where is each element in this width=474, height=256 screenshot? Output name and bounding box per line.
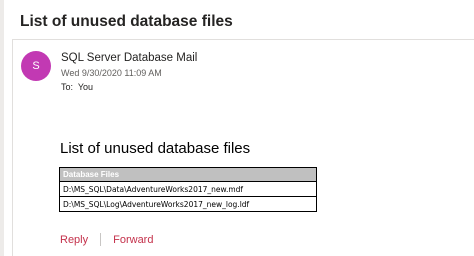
recipient-line: To: You <box>61 82 93 92</box>
sender-name[interactable]: SQL Server Database Mail <box>61 52 197 64</box>
header-divider <box>12 39 474 40</box>
forward-button[interactable]: Forward <box>113 234 153 246</box>
email-subject: List of unused database files <box>20 13 233 30</box>
pane-left-border <box>0 0 4 256</box>
table-header-row: Database Files <box>59 167 317 182</box>
table-cell-file-path: D:\MS_SQL\Data\AdventureWorks2017_new.md… <box>59 181 317 197</box>
table-header-database-files: Database Files <box>59 167 317 182</box>
to-recipient[interactable]: You <box>78 82 93 92</box>
email-reading-pane: List of unused database files S SQL Serv… <box>0 0 474 256</box>
to-label: To: <box>61 82 74 92</box>
avatar-initial: S <box>32 60 40 72</box>
table-cell-file-path: D:\MS_SQL\Log\AdventureWorks2017_new_log… <box>59 196 317 212</box>
message-actions: Reply Forward <box>60 233 153 246</box>
message-left-border <box>12 40 13 256</box>
reply-button[interactable]: Reply <box>60 234 88 246</box>
sender-avatar[interactable]: S <box>21 51 51 81</box>
table-row: D:\MS_SQL\Data\AdventureWorks2017_new.md… <box>59 181 317 197</box>
body-heading: List of unused database files <box>60 140 251 157</box>
actions-separator <box>100 233 102 246</box>
sent-date: Wed 9/30/2020 11:09 AM <box>61 68 162 78</box>
table-row: D:\MS_SQL\Log\AdventureWorks2017_new_log… <box>59 196 317 212</box>
database-files-table: Database Files D:\MS_SQL\Data\AdventureW… <box>59 167 317 212</box>
